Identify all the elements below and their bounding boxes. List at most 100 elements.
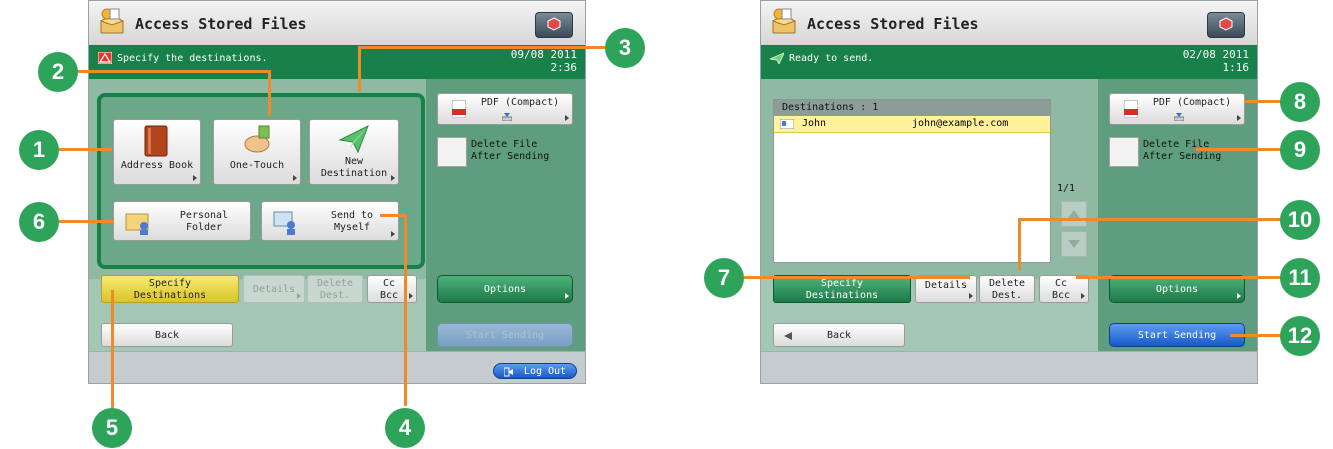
status-date: 09/08 2011 — [510, 48, 577, 61]
footer-bar — [761, 351, 1257, 383]
back-label: Back — [826, 330, 852, 341]
file-format-button[interactable]: PDF (Compact) — [1109, 93, 1245, 125]
send-to-myself-icon — [273, 211, 295, 235]
callout-7: 7 — [704, 258, 744, 298]
page-title: Access Stored Files — [807, 15, 979, 33]
destination-row[interactable]: John john@example.com — [774, 116, 1050, 133]
tab-specify-destinations[interactable]: Specify Destinations — [773, 275, 911, 303]
send-to-myself-button[interactable]: Send to Myself — [261, 201, 399, 241]
delete-dest-button[interactable]: Delete Dest. — [307, 275, 363, 303]
left-screen: Access Stored Files Specify the destinat… — [88, 0, 586, 384]
details-label: Details — [924, 280, 968, 291]
tab-specify-label-line2: Destinations — [805, 290, 879, 301]
callout-2: 2 — [38, 52, 78, 92]
scroll-down-button[interactable] — [1061, 231, 1087, 257]
more-arrow-icon — [293, 175, 297, 181]
more-arrow-icon — [193, 175, 197, 181]
leader-line-8 — [1244, 100, 1284, 103]
details-button[interactable]: Details — [915, 275, 977, 303]
one-touch-button[interactable]: One-Touch — [213, 119, 301, 185]
warning-icon — [98, 52, 112, 64]
more-arrow-icon — [391, 175, 395, 181]
cc-bcc-button[interactable]: Cc Bcc — [1039, 275, 1089, 303]
personal-folder-icon — [125, 213, 149, 235]
callout-9: 9 — [1280, 130, 1320, 170]
details-button[interactable]: Details — [243, 275, 305, 303]
more-arrow-icon — [969, 293, 973, 299]
status-message: Ready to send. — [789, 53, 874, 64]
more-arrow-icon — [297, 293, 301, 299]
start-sending-button[interactable]: Start Sending — [1109, 323, 1245, 347]
cc-bcc-button[interactable]: Cc Bcc — [367, 275, 417, 303]
new-destination-button[interactable]: New Destination — [309, 119, 399, 185]
more-arrow-icon — [1237, 115, 1241, 121]
paper-plane-icon — [770, 52, 784, 64]
callout-5: 5 — [92, 408, 132, 448]
cube-icon — [1219, 17, 1233, 31]
send-to-myself-label-line2: Myself — [333, 222, 371, 233]
one-touch-label: One-Touch — [229, 160, 285, 171]
options-label: Options — [483, 284, 527, 295]
address-book-button[interactable]: Address Book — [113, 119, 201, 185]
leader-line-10 — [1018, 218, 1284, 221]
start-sending-label: Start Sending — [1137, 330, 1217, 341]
status-time: 2:36 — [550, 61, 578, 74]
download-icon — [1174, 113, 1184, 121]
more-arrow-icon — [1081, 293, 1085, 299]
leader-line-4 — [380, 214, 406, 217]
tab-specify-label-line1: Specify — [148, 278, 192, 289]
settings-button[interactable] — [1207, 12, 1245, 38]
status-bar: Ready to send. 02/08 2011 1:16 — [761, 45, 1257, 79]
status-date: 02/08 2011 — [1182, 48, 1249, 61]
address-book-icon — [144, 125, 168, 157]
cube-icon — [547, 17, 561, 31]
start-sending-button[interactable]: Start Sending — [437, 323, 573, 347]
download-icon — [502, 113, 512, 121]
delete-dest-label-line1: Delete — [316, 278, 354, 289]
file-format-button[interactable]: PDF (Compact) — [437, 93, 573, 125]
destination-list[interactable]: Destinations : 1 John john@example.com — [773, 99, 1051, 263]
destination-name: John — [802, 118, 827, 129]
stored-files-icon — [99, 8, 125, 34]
log-out-button[interactable]: Log Out — [493, 363, 577, 379]
page-indicator: 1/1 — [1057, 183, 1076, 194]
delete-after-sending-label-line2: After Sending — [471, 151, 550, 162]
delete-dest-button[interactable]: Delete Dest. — [979, 275, 1035, 303]
chevron-up-icon — [1068, 210, 1080, 218]
destination-list-header: Destinations : 1 — [774, 100, 1050, 116]
file-format-label: PDF (Compact) — [480, 97, 560, 108]
more-arrow-icon — [565, 115, 569, 121]
leader-line-4-drop — [404, 214, 407, 406]
delete-after-sending-checkbox[interactable] — [1109, 137, 1139, 167]
details-label: Details — [252, 284, 296, 295]
options-button[interactable]: Options — [437, 275, 573, 303]
file-format-label: PDF (Compact) — [1152, 97, 1232, 108]
leader-line-3-drop — [358, 46, 361, 92]
callout-10: 10 — [1280, 200, 1320, 240]
callout-3: 3 — [605, 28, 645, 68]
settings-button[interactable] — [535, 12, 573, 38]
leader-line-12 — [1230, 334, 1284, 337]
back-button[interactable]: Back — [101, 323, 233, 347]
tab-specify-label-line1: Specify — [820, 278, 864, 289]
log-out-label: Log Out — [523, 366, 567, 377]
pdf-file-icon — [1124, 100, 1138, 118]
callout-8: 8 — [1280, 82, 1320, 122]
status-time: 1:16 — [1222, 61, 1250, 74]
new-destination-label-line1: New — [344, 156, 364, 167]
bcc-label: Bcc — [1051, 290, 1071, 301]
scroll-up-button[interactable] — [1061, 201, 1087, 227]
tab-specify-destinations[interactable]: Specify Destinations — [101, 275, 239, 303]
title-bar: Access Stored Files — [761, 1, 1257, 46]
delete-after-sending-checkbox[interactable] — [437, 137, 467, 167]
leader-line-9 — [1196, 148, 1284, 151]
options-button[interactable]: Options — [1109, 275, 1245, 303]
chevron-down-icon — [1068, 240, 1080, 248]
status-message: Specify the destinations. — [117, 53, 268, 64]
leader-line-10-drop — [1018, 218, 1021, 270]
back-button[interactable]: Back — [773, 323, 905, 347]
cc-label: Cc — [1054, 278, 1068, 289]
personal-folder-button[interactable]: Personal Folder — [113, 201, 251, 241]
delete-after-sending-label-line1: Delete File — [471, 139, 538, 150]
more-arrow-icon — [391, 231, 395, 237]
